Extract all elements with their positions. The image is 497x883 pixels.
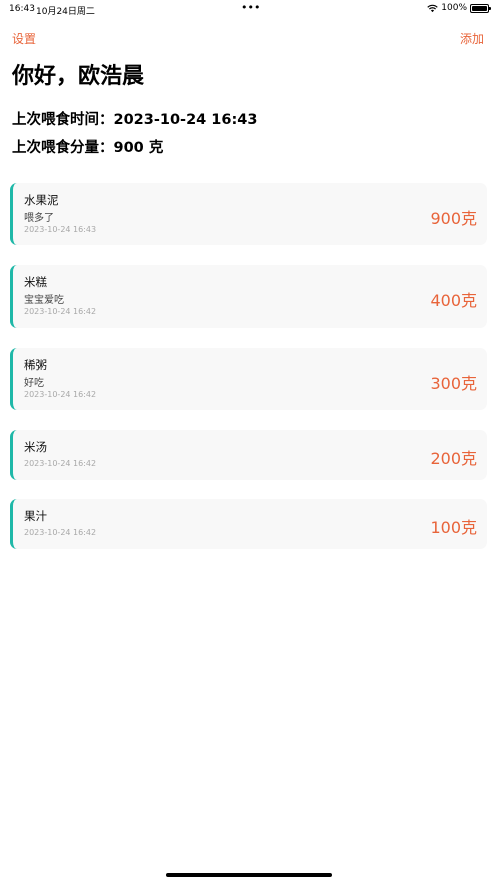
add-button[interactable]: 添加 — [460, 30, 484, 47]
record-name: 米汤 — [24, 440, 47, 454]
home-indicator[interactable] — [166, 873, 332, 877]
last-feed-time: 上次喂食时间：2023-10-24 16:43 — [12, 108, 257, 129]
record-name: 水果泥 — [24, 193, 59, 207]
wifi-icon — [427, 4, 438, 12]
record-time: 2023-10-24 16:42 — [24, 307, 97, 316]
record-time: 2023-10-24 16:42 — [24, 390, 97, 399]
record-name: 稀粥 — [24, 358, 47, 372]
feeding-home-screen: 16:43 10月24日周二 ••• 100% 设置 添加 你好，欧浩晨 上次喂… — [0, 0, 497, 883]
feed-record[interactable]: 米糕 宝宝爱吃 2023-10-24 16:42 400克 — [10, 265, 487, 328]
status-right: 100% — [427, 3, 491, 13]
feed-record[interactable]: 水果泥 喂多了 2023-10-24 16:43 900克 — [10, 183, 487, 245]
feed-record[interactable]: 果汁 2023-10-24 16:42 100克 — [10, 499, 487, 549]
record-time: 2023-10-24 16:42 — [24, 528, 97, 537]
settings-button[interactable]: 设置 — [12, 30, 36, 47]
battery-percent: 100% — [441, 3, 467, 13]
feed-record[interactable]: 稀粥 好吃 2023-10-24 16:42 300克 — [10, 348, 487, 410]
last-feed-amount: 上次喂食分量：900 克 — [12, 136, 163, 157]
record-note: 好吃 — [24, 378, 44, 389]
feed-record[interactable]: 米汤 2023-10-24 16:42 200克 — [10, 430, 487, 480]
record-amount: 400克 — [430, 291, 477, 310]
last-feed-amount-label: 上次喂食分量： — [12, 140, 114, 156]
record-amount: 100克 — [430, 518, 477, 537]
battery-icon — [470, 3, 491, 13]
status-date: 10月24日周二 — [36, 7, 95, 17]
last-feed-amount-value: 900 克 — [113, 140, 164, 156]
record-note: 宝宝爱吃 — [24, 295, 64, 306]
status-time: 16:43 — [9, 4, 35, 14]
multitask-dots-icon[interactable]: ••• — [241, 1, 260, 14]
greeting-title: 你好，欧浩晨 — [12, 64, 145, 89]
record-amount: 900克 — [430, 209, 477, 228]
last-feed-time-value: 2023-10-24 16:43 — [113, 112, 258, 128]
record-name: 果汁 — [24, 509, 47, 523]
last-feed-time-label: 上次喂食时间： — [12, 112, 114, 128]
record-amount: 300克 — [430, 374, 477, 393]
record-name: 米糕 — [24, 275, 47, 289]
record-note: 喂多了 — [24, 213, 54, 224]
record-amount: 200克 — [430, 449, 477, 468]
status-bar: 16:43 10月24日周二 ••• 100% — [0, 0, 497, 20]
record-time: 2023-10-24 16:43 — [24, 225, 97, 234]
record-time: 2023-10-24 16:42 — [24, 459, 97, 468]
